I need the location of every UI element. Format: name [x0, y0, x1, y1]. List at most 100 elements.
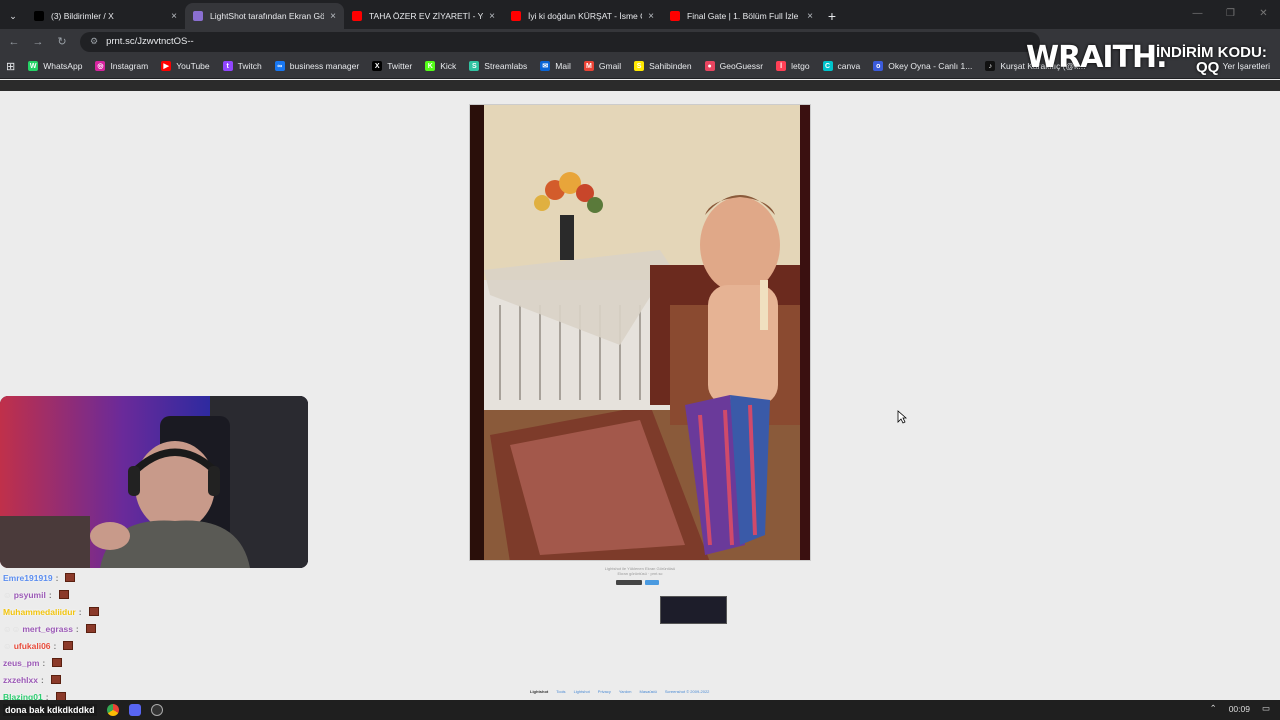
bookmark-label: Instagram [110, 61, 149, 71]
bookmark-label: Gmail [598, 61, 622, 71]
tab-close-icon[interactable]: × [171, 11, 177, 22]
minimize-icon[interactable]: — [1181, 0, 1214, 26]
tab-search-button[interactable]: ⌄ [0, 3, 26, 29]
bookmark-item[interactable]: S Streamlabs [469, 61, 527, 71]
bookmark-label: Mail [555, 61, 571, 71]
chat-message: zxzehlxx: [3, 671, 99, 688]
address-bar[interactable]: ⚙ prnt.sc/JzwvtnctOS-- [80, 31, 1040, 52]
footer-link[interactable]: Yardım [619, 689, 632, 694]
bookmark-label: Streamlabs [484, 61, 528, 71]
footer-link[interactable]: Lightshot [530, 689, 548, 694]
bookmark-label: GeoGuessr [719, 61, 764, 71]
tab-title: (3) Bildirimler / X [51, 11, 114, 21]
chat-emote-icon [50, 675, 61, 684]
lightshot-icon [193, 11, 203, 21]
close-window-icon[interactable]: ✕ [1247, 0, 1280, 26]
chrome-icon[interactable] [106, 704, 119, 716]
chat-username: Emre191919 [3, 572, 53, 583]
bookmark-icon: W [28, 61, 39, 71]
bookmark-item[interactable]: l letgo [776, 61, 810, 71]
tab-title: TAHA ÖZER EV ZİYARETİ - YouT [369, 11, 483, 21]
chat-emote-icon [63, 641, 74, 650]
chat-message: Emre191919: [3, 569, 99, 586]
clock: 00:09 [1228, 703, 1250, 714]
bookmark-label: letgo [791, 61, 810, 71]
bookmark-item[interactable]: ✉ Mail [540, 61, 571, 71]
tab-close-icon[interactable]: × [807, 11, 813, 22]
chat-message: zeus_pm: [3, 654, 99, 671]
footer-link[interactable]: Screenshot © 2009-2022 [665, 689, 710, 694]
bookmark-icon: l [776, 61, 787, 71]
back-icon[interactable]: ← [2, 36, 26, 48]
reload-icon[interactable]: ↻ [50, 35, 74, 48]
chat-separator: : [78, 606, 82, 617]
screenshot-image[interactable] [469, 104, 811, 561]
footer-link[interactable]: Lightshot [574, 689, 590, 694]
site-info-icon[interactable]: ⚙ [90, 36, 98, 47]
bookmark-label: Kick [440, 61, 457, 71]
system-tray: ⌃ 00:09 ▭ [1210, 703, 1270, 714]
chat-separator: : [48, 589, 52, 600]
notification-icon[interactable]: ▭ [1262, 703, 1270, 714]
youtube-icon [670, 11, 680, 21]
footer-link[interactable]: Tools [556, 689, 565, 694]
stream-chat: Emre191919: ☺ psyumil: Muhammedaliidur: ☺☺ me… [3, 569, 99, 705]
browser-tab[interactable]: TAHA ÖZER EV ZİYARETİ - YouT × [344, 3, 503, 29]
youtube-icon [352, 11, 362, 21]
tab-title: İyi ki doğdun KÜRŞAT - İsme Öz [528, 11, 643, 21]
footer-link[interactable]: Masaüstü [640, 689, 657, 694]
taskbar: dona bak kdkdkddkd ⌃ 00:09 ▭ [0, 700, 1280, 720]
chat-message: Muhammedaliidur: [3, 603, 99, 620]
bookmark-label: WhatsApp [43, 61, 83, 71]
chat-separator: : [55, 572, 59, 583]
maximize-icon[interactable]: ❐ [1214, 0, 1247, 26]
bookmark-item[interactable]: t Twitch [222, 61, 262, 71]
tab-title: LightShot tarafından Ekran Görü [210, 11, 325, 21]
chat-message: ☺☺ mert_egrass: [3, 620, 99, 637]
bookmark-icon: C [822, 61, 833, 71]
bookmark-icon: ♪ [985, 61, 996, 71]
share-buttons [616, 580, 659, 585]
promo-label: İNDİRİM KODU: [1156, 44, 1267, 61]
bookmark-item[interactable]: W WhatsApp [28, 61, 82, 71]
tab-close-icon[interactable]: × [648, 11, 654, 22]
bookmark-item[interactable]: M Gmail [583, 61, 622, 71]
bookmark-item[interactable]: ● GeoGuessr [704, 61, 764, 71]
new-tab-button[interactable]: + [821, 8, 843, 24]
bookmark-item[interactable]: ∞ business manager [274, 61, 359, 71]
bookmark-item[interactable]: S Sahibinden [634, 61, 692, 71]
discord-icon[interactable] [128, 704, 141, 716]
bookmark-label: Twitch [237, 61, 262, 71]
chat-message: ☺ psyumil: [3, 586, 99, 603]
download-button[interactable] [616, 580, 642, 585]
obs-icon[interactable] [150, 704, 163, 716]
tab-title: Final Gate | 1. Bölüm Full İzle - [687, 11, 802, 21]
lightshot-ad-banner[interactable] [660, 596, 727, 624]
tab-close-icon[interactable]: × [330, 11, 336, 22]
tray-expand-icon[interactable]: ⌃ [1210, 703, 1217, 714]
bookmark-item[interactable]: o Okey Oyna - Canlı 1... [873, 61, 972, 71]
browser-tab[interactable]: (3) Bildirimler / X × [26, 3, 185, 29]
chat-separator: : [40, 674, 44, 685]
forward-icon[interactable]: → [26, 36, 50, 48]
bookmark-label: canva [837, 61, 861, 71]
chat-emote-icon [65, 573, 76, 582]
tab-close-icon[interactable]: × [489, 11, 495, 22]
bookmark-item[interactable]: ◎ Instagram [95, 61, 148, 71]
bookmark-icon: ∞ [274, 61, 285, 71]
bookmark-item[interactable]: X Twitter [372, 61, 412, 71]
bookmark-item[interactable]: K Kick [425, 61, 456, 71]
share-button[interactable] [645, 580, 659, 585]
browser-tab[interactable]: Final Gate | 1. Bölüm Full İzle - × [662, 3, 821, 29]
chat-emote-icon [88, 607, 99, 616]
browser-tab[interactable]: LightShot tarafından Ekran Görü × [185, 3, 344, 29]
bookmark-item[interactable]: Ccanva [822, 61, 861, 71]
footer-link[interactable]: Privacy [598, 689, 611, 694]
apps-grid-icon[interactable]: ⊞ [6, 60, 15, 73]
chat-separator: : [75, 623, 79, 634]
bookmark-label: Sahibinden [649, 61, 692, 71]
chat-username: mert_egrass [22, 623, 73, 634]
bookmark-item[interactable]: ▶ YouTube [161, 61, 210, 71]
browser-tab[interactable]: İyi ki doğdun KÜRŞAT - İsme Öz × [503, 3, 662, 29]
chat-emote-icon [52, 658, 63, 667]
